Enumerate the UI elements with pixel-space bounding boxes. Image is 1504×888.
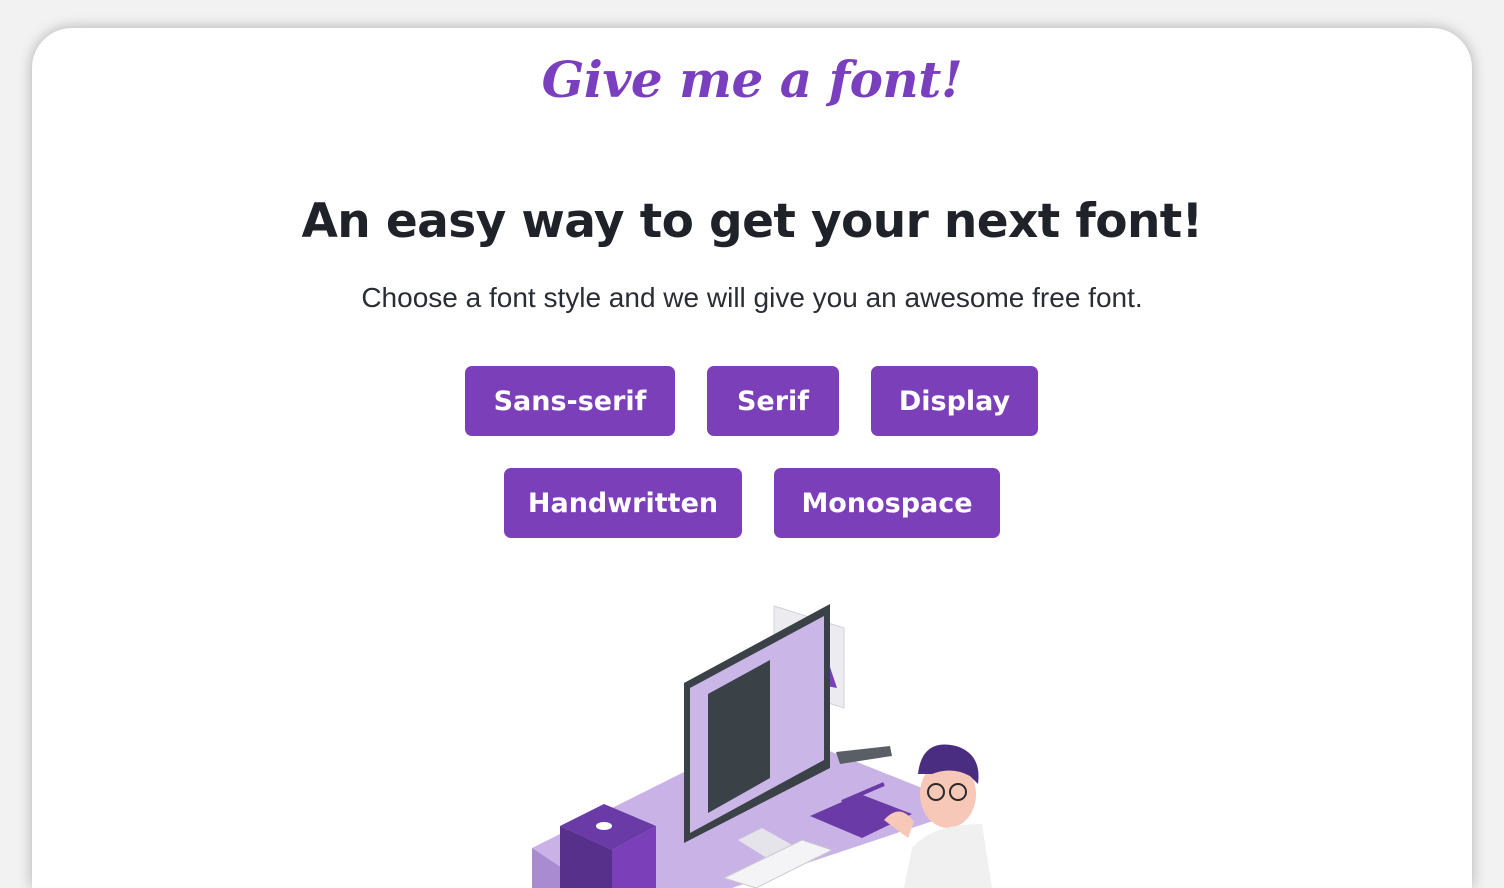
monospace-button[interactable]: Monospace xyxy=(774,468,1000,538)
swatch-strip xyxy=(836,746,892,764)
sans-serif-button[interactable]: Sans-serif xyxy=(465,366,675,436)
printer-light xyxy=(596,822,612,830)
serif-button[interactable]: Serif xyxy=(707,366,839,436)
site-logo[interactable]: Give me a font! xyxy=(32,50,1472,109)
person-shirt xyxy=(904,824,992,888)
handwritten-button[interactable]: Handwritten xyxy=(504,468,742,538)
display-button[interactable]: Display xyxy=(871,366,1038,436)
main-card: Give me a font! An easy way to get your … xyxy=(32,28,1472,888)
page-subtitle: Choose a font style and we will give you… xyxy=(361,282,1143,313)
designer-at-desk-illustration xyxy=(532,604,992,888)
page-title: An easy way to get your next font! xyxy=(301,194,1203,249)
